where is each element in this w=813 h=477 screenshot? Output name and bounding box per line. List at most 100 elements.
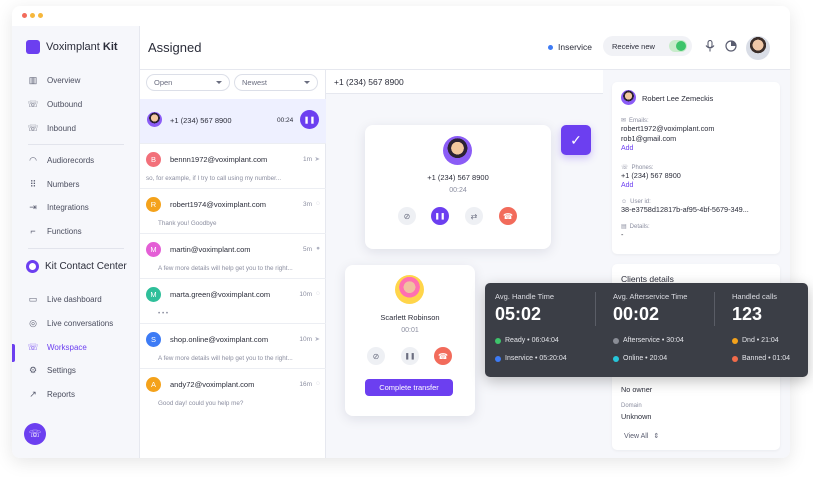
sidebar-item-numbers[interactable]: ⠿ Numbers [28, 179, 80, 189]
sidebar-divider [28, 144, 124, 145]
details-label: ▤ Details: [621, 223, 650, 231]
user-avatar[interactable] [746, 36, 770, 60]
window-titlebar [12, 6, 790, 26]
details-icon: ▤ [621, 224, 627, 230]
typing-indicator: • • • [158, 310, 169, 317]
chat-icon: ● [316, 245, 320, 252]
sidebar-item-label: Functions [47, 226, 82, 236]
window-minimize-dot[interactable] [30, 13, 35, 18]
hangup-button[interactable]: ☎ [499, 207, 517, 225]
active-call-item[interactable]: +1 (234) 567 8900 00:24 ❚❚ [140, 99, 326, 143]
metric-sub-text: Afterservice • 30:04 [623, 337, 684, 344]
contact-initial-avatar: M [146, 242, 161, 257]
contact-card: Robert Lee Zemeckis ✉ Emails: robert1972@… [612, 82, 780, 254]
brand-suffix: Kit [102, 41, 118, 53]
mute-button[interactable]: ⊘ [398, 207, 416, 225]
sidebar-item-functions[interactable]: ⌐ Functions [28, 226, 82, 236]
microphone-off-icon: ⊘ [372, 351, 380, 361]
email-value: robert1972@voximplant.com [621, 124, 715, 133]
list-item[interactable]: S shop.online@voximplant.com 10m ➤ ☺A fe… [140, 323, 326, 368]
pause-icon: ❚❚ [404, 353, 416, 360]
details-label-text: Details: [629, 223, 650, 230]
add-email-link[interactable]: Add [621, 144, 714, 154]
accept-check-button[interactable]: ✓ [561, 125, 591, 155]
contact-center-logo-icon [26, 260, 39, 273]
sidebar-item-live-dashboard[interactable]: ▭ Live dashboard [28, 294, 102, 304]
list-item[interactable]: R robert1974@voximplant.com 3m ◌ ☺Thank … [140, 188, 326, 233]
mute-button[interactable]: ⊘ [367, 347, 385, 365]
active-nav-indicator [12, 344, 15, 362]
sidebar-item-label: Live conversations [47, 318, 114, 328]
item-time: 10m [299, 336, 312, 343]
item-time: 10m [299, 291, 312, 298]
metric-divider [595, 292, 596, 326]
contact-initial-avatar: R [146, 197, 161, 212]
softphone-button[interactable]: ☏ [24, 423, 46, 445]
inservice-dot-icon [495, 355, 501, 362]
list-item[interactable]: B bennn1972@voximplant.com 1m ➤ so, for … [140, 143, 326, 188]
list-item[interactable]: A andy72@voximplant.com 16m ◌ ☺Good day!… [140, 368, 326, 413]
metric-value: 05:02 [495, 304, 542, 324]
complete-transfer-button[interactable]: Complete transfer [365, 379, 453, 396]
reports-icon: ↗ [29, 388, 37, 399]
functions-icon: ⌐ [30, 226, 36, 236]
message-preview: ☺Good day! could you help me? [158, 400, 334, 407]
brand-kit-contact-center[interactable]: Kit Contact Center [26, 260, 127, 273]
voximplant-logo-icon [26, 40, 40, 54]
sidebar-item-reports[interactable]: ↗ Reports [28, 389, 75, 399]
view-all-link[interactable]: View All ⇕ [624, 432, 659, 441]
window-close-dot[interactable] [22, 13, 27, 18]
metric-label: Avg. Handle Time [495, 292, 555, 301]
contact-name: Robert Lee Zemeckis [642, 94, 714, 103]
caller-avatar [147, 112, 162, 127]
sidebar-item-workspace[interactable]: ☏ Workspace [27, 342, 87, 352]
phone-icon: ☏ [621, 165, 629, 171]
receive-new-toggle[interactable]: Receive new [603, 36, 692, 56]
call-card-timer: 00:24 [449, 187, 467, 194]
phones-label-text: Phones: [631, 164, 654, 171]
phones-section: ☏ Phones: +1 (234) 567 8900 Add [621, 164, 681, 191]
add-phone-link[interactable]: Add [621, 181, 681, 191]
toggle-switch[interactable] [669, 40, 687, 52]
sidebar-item-label: Overview [47, 75, 81, 85]
hangup-button[interactable]: ☎ [434, 347, 452, 365]
sidebar-item-audiorecords[interactable]: ◠ Audiorecords [28, 155, 94, 165]
transfer-target-avatar [395, 275, 424, 304]
transfer-button[interactable]: ⇄ [465, 207, 483, 225]
list-item[interactable]: M marta.green@voximplant.com 10m ◌ ☺• • … [140, 278, 326, 323]
microphone-off-icon: ⊘ [403, 211, 411, 221]
email-icon: ✉ [621, 118, 627, 124]
pie-chart-icon[interactable] [724, 39, 738, 53]
microphone-icon[interactable] [703, 39, 717, 53]
sidebar-item-live-conversations[interactable]: ◎ Live conversations [28, 318, 113, 328]
app-window: Voximplant Kit ▥ Overview ☏ Outbound ☏ Inbo… [12, 6, 790, 458]
brand-voximplant-kit[interactable]: Voximplant Kit [26, 40, 118, 54]
message-preview: so, for example, if I try to call using … [146, 175, 282, 182]
sidebar-item-inbound[interactable]: ☏ Inbound [27, 123, 76, 133]
sort-filter-select[interactable]: Newest [234, 74, 318, 91]
hold-button[interactable]: ❚❚ [431, 207, 449, 225]
list-item[interactable]: M martin@voximplant.com 5m ● ☺A few more… [140, 233, 326, 278]
conversation-header: +1 (234) 567 8900 [326, 70, 603, 94]
sidebar-item-settings[interactable]: ⚙ Settings [28, 365, 76, 375]
sidebar-item-integrations[interactable]: ⇥ Integrations [28, 202, 89, 212]
agent-status[interactable]: Inservice [548, 42, 592, 52]
sidebar-item-outbound[interactable]: ☏ Outbound [27, 99, 82, 109]
contact-initial-avatar: M [146, 287, 161, 302]
ready-dot-icon [495, 337, 501, 344]
pause-call-button[interactable]: ❚❚ [300, 110, 319, 129]
sidebar-item-label: Live dashboard [47, 294, 102, 304]
status-filter-select[interactable]: Open [146, 74, 230, 91]
sidebar-divider [28, 248, 124, 249]
receive-new-label: Receive new [612, 41, 655, 51]
metrics-overlay: Avg. Handle Time 05:02 Ready • 06:04:04 … [485, 283, 808, 377]
domain-label: Domain [621, 403, 642, 409]
hold-button[interactable]: ❚❚ [401, 347, 419, 365]
message-preview-text: Good day! could you help me? [158, 400, 244, 407]
window-maximize-dot[interactable] [38, 13, 43, 18]
message-preview: ☺• • • [158, 310, 334, 317]
sidebar-item-overview[interactable]: ▥ Overview [28, 75, 81, 85]
conversations-icon: ◎ [29, 317, 37, 328]
telegram-icon: ➤ [314, 156, 320, 163]
check-icon: ✓ [570, 131, 582, 148]
